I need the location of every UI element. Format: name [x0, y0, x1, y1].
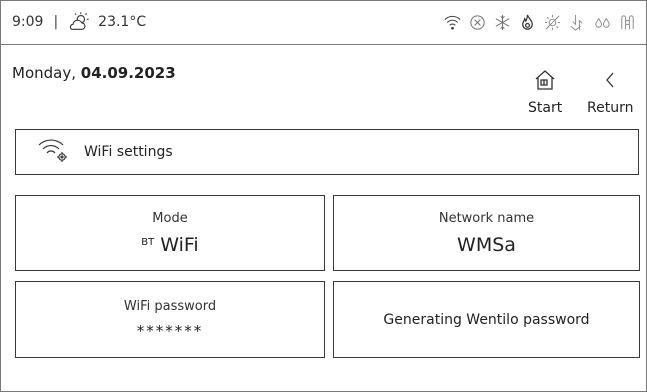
drops-icon: [593, 13, 612, 32]
snowflake-icon: [493, 13, 512, 32]
filter-icon: [618, 13, 637, 32]
clock: 9:09: [12, 14, 44, 30]
section-title: WiFi settings: [84, 144, 173, 160]
status-separator: |: [53, 14, 59, 30]
cancel-circle-icon: [468, 13, 487, 32]
mode-value-text: WiFi: [160, 233, 199, 256]
generate-password-button[interactable]: Generating Wentilo password: [333, 281, 640, 358]
network-name-tile[interactable]: Network name WMSa: [333, 195, 640, 271]
flame-icon: [518, 13, 537, 32]
status-bar: 9:09 | 23.1°C: [0, 0, 647, 45]
partly-sunny-icon: [68, 11, 90, 33]
mode-prefix: BT: [141, 236, 155, 248]
airflow-icon: [568, 13, 587, 32]
wifi-password-label: WiFi password: [123, 299, 217, 314]
wifi-password-tile[interactable]: WiFi password *******: [15, 281, 325, 358]
temperature: 23.1°C: [98, 14, 147, 30]
wifi-settings-icon: [36, 136, 84, 168]
wifi-password-value: *******: [136, 322, 204, 340]
return-label: Return: [587, 100, 634, 116]
home-icon: [533, 68, 557, 96]
sun-off-icon: [543, 13, 562, 32]
date-value: 04.09.2023: [80, 64, 176, 82]
generate-password-label: Generating Wentilo password: [383, 311, 590, 328]
current-date: Monday, 04.09.2023: [12, 64, 176, 82]
start-button[interactable]: Start: [528, 68, 562, 116]
chevron-left-icon: [598, 68, 622, 96]
network-name-value: WMSa: [457, 233, 516, 256]
mode-label: Mode: [152, 210, 188, 226]
start-label: Start: [528, 100, 563, 116]
wifi-icon: [443, 13, 462, 32]
mode-value: BT WiFi: [141, 234, 198, 256]
return-button[interactable]: Return: [587, 68, 633, 116]
wifi-settings-header: WiFi settings: [15, 129, 639, 175]
mode-tile[interactable]: Mode BT WiFi: [15, 195, 325, 271]
date-day: Monday,: [12, 64, 81, 82]
network-name-label: Network name: [438, 210, 535, 226]
